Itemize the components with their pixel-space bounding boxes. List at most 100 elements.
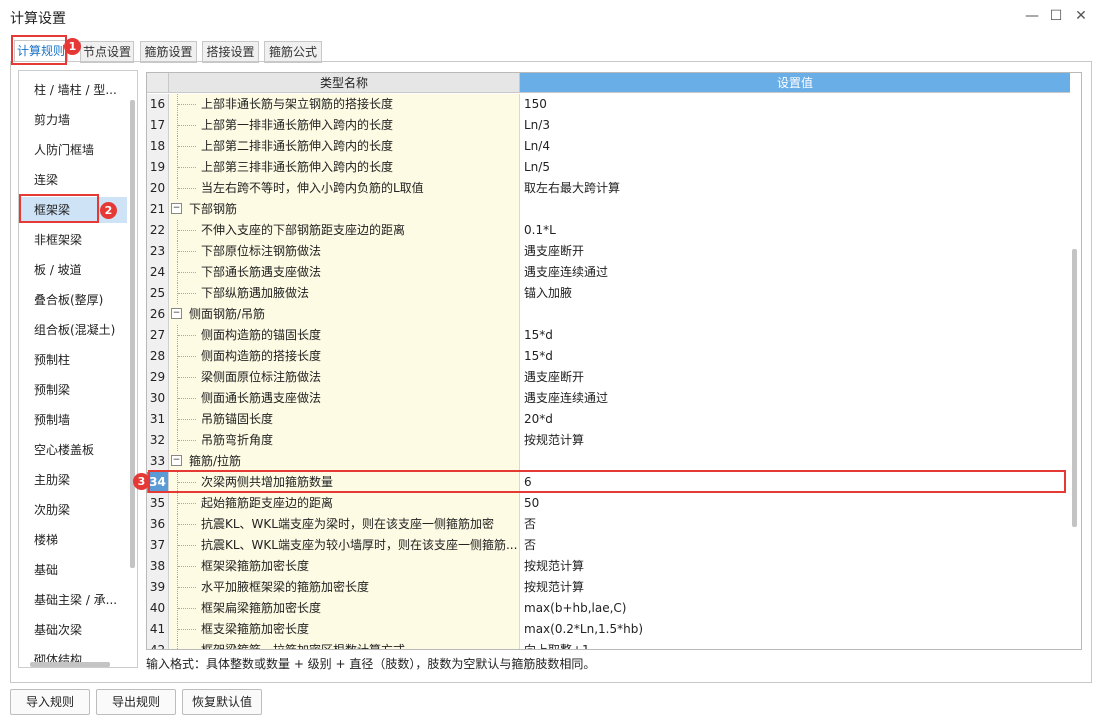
row-number: 27 [147, 325, 169, 346]
setting-value-cell[interactable]: 遇支座连续通过 [520, 262, 1070, 283]
setting-value-cell[interactable]: max(0.2*Ln,1.5*hb) [520, 619, 1070, 640]
type-name-label: 下部纵筋遇加腋做法 [201, 286, 310, 300]
table-row[interactable]: 24 下部通长筋遇支座做法 遇支座连续通过 [147, 262, 1070, 283]
sidebar-vertical-scrollbar[interactable] [130, 100, 135, 568]
table-row[interactable]: 38 框架梁箍筋加密长度 按规范计算 [147, 556, 1070, 577]
tab-stirrup-settings[interactable]: 箍筋设置 [140, 41, 197, 63]
sidebar-item-column[interactable]: 柱 / 墙柱 / 型... [19, 77, 127, 103]
sidebar-item-main-rib-beam[interactable]: 主肋梁 [19, 467, 127, 493]
table-row[interactable]: 23 下部原位标注钢筋做法 遇支座断开 [147, 241, 1070, 262]
table-row[interactable]: 25 下部纵筋遇加腋做法 锚入加腋 [147, 283, 1070, 304]
sidebar-item-shear-wall[interactable]: 剪力墙 [19, 107, 127, 133]
row-number: 41 [147, 619, 169, 640]
highlight-box-tab [11, 35, 67, 65]
table-row[interactable]: 29 梁侧面原位标注筋做法 遇支座断开 [147, 367, 1070, 388]
sidebar-item-hollow-floor[interactable]: 空心楼盖板 [19, 437, 127, 463]
setting-value-cell[interactable]: 锚入加腋 [520, 283, 1070, 304]
tab-node-settings[interactable]: 节点设置 [80, 41, 134, 63]
setting-value-cell[interactable]: 按规范计算 [520, 556, 1070, 577]
restore-defaults-button[interactable]: 恢复默认值 [182, 689, 262, 715]
minimize-icon[interactable]: — [1022, 6, 1042, 26]
setting-value-cell[interactable]: Ln/5 [520, 157, 1070, 178]
sidebar-item-slab-ramp[interactable]: 板 / 坡道 [19, 257, 127, 283]
table-row[interactable]: 16 上部非通长筋与架立钢筋的搭接长度 150 [147, 94, 1070, 115]
sidebar-item-coupling-beam[interactable]: 连梁 [19, 167, 127, 193]
sidebar-item-non-frame-beam[interactable]: 非框架梁 [19, 227, 127, 253]
table-row[interactable]: 32 吊筋弯折角度 按规范计算 [147, 430, 1070, 451]
setting-value-cell[interactable]: 15*d [520, 346, 1070, 367]
input-format-hint: 输入格式：具体整数或数量 + 级别 + 直径（肢数），肢数为空默认与箍筋肢数相同… [146, 657, 596, 671]
table-row[interactable]: 41 框支梁箍筋加密长度 max(0.2*Ln,1.5*hb) [147, 619, 1070, 640]
sidebar-item-precast-beam[interactable]: 预制梁 [19, 377, 127, 403]
table-row[interactable]: 27 侧面构造筋的锚固长度 15*d [147, 325, 1070, 346]
collapse-icon[interactable]: − [171, 203, 182, 214]
table-row[interactable]: 35 起始箍筋距支座边的距离 50 [147, 493, 1070, 514]
table-row[interactable]: 22 不伸入支座的下部钢筋距支座边的距离 0.1*L [147, 220, 1070, 241]
tab-lap-settings[interactable]: 搭接设置 [202, 41, 259, 63]
tree-branch [178, 377, 196, 378]
step-badge-3: 3 [133, 473, 150, 490]
setting-value-cell[interactable] [520, 451, 1070, 472]
sidebar-horizontal-scrollbar[interactable] [30, 662, 110, 667]
setting-value-cell[interactable] [520, 304, 1070, 325]
table-row[interactable]: 17 上部第一排非通长筋伸入跨内的长度 Ln/3 [147, 115, 1070, 136]
type-name-cell: 侧面构造筋的搭接长度 [169, 346, 520, 367]
table-row[interactable]: 31 吊筋锚固长度 20*d [147, 409, 1070, 430]
setting-value-cell[interactable]: 遇支座断开 [520, 367, 1070, 388]
sidebar-item-civil-defense-wall[interactable]: 人防门框墙 [19, 137, 127, 163]
grid-vertical-scrollbar[interactable] [1072, 249, 1077, 527]
type-name-label: 不伸入支座的下部钢筋距支座边的距离 [201, 223, 406, 237]
type-name-cell: 抗震KL、WKL端支座为梁时，则在该支座一侧箍筋加密 [169, 514, 520, 535]
setting-value-cell[interactable]: Ln/4 [520, 136, 1070, 157]
setting-value-cell[interactable]: 150 [520, 94, 1070, 115]
table-row[interactable]: 19 上部第三排非通长筋伸入跨内的长度 Ln/5 [147, 157, 1070, 178]
setting-value-cell[interactable]: 向上取整+1 [520, 640, 1070, 649]
table-row[interactable]: 42 框架梁箍筋、拉筋加密区根数计算方式 向上取整+1 [147, 640, 1070, 649]
setting-value-cell[interactable]: 按规范计算 [520, 430, 1070, 451]
setting-value-cell[interactable]: 50 [520, 493, 1070, 514]
sidebar-item-precast-column[interactable]: 预制柱 [19, 347, 127, 373]
setting-value-cell[interactable]: 取左右最大跨计算 [520, 178, 1070, 199]
setting-value-cell[interactable]: 按规范计算 [520, 577, 1070, 598]
setting-value-cell[interactable]: 遇支座断开 [520, 241, 1070, 262]
setting-value-cell[interactable]: 15*d [520, 325, 1070, 346]
sidebar-item-precast-wall[interactable]: 预制墙 [19, 407, 127, 433]
setting-value-cell[interactable]: 0.1*L [520, 220, 1070, 241]
sidebar-item-foundation-secondary-beam[interactable]: 基础次梁 [19, 617, 127, 643]
settings-grid: 类型名称 设置值 16 上部非通长筋与架立钢筋的搭接长度 150 17 上部第一排非通长… [146, 72, 1082, 650]
setting-value-cell[interactable]: max(b+hb,lae,C) [520, 598, 1070, 619]
setting-value-cell[interactable]: Ln/3 [520, 115, 1070, 136]
sidebar-item-composite-slab-full[interactable]: 叠合板(整厚) [19, 287, 127, 313]
setting-value-cell[interactable]: 否 [520, 535, 1070, 556]
table-row[interactable]: 37 抗震KL、WKL端支座为较小墙厚时，则在该支座一侧箍筋... 否 [147, 535, 1070, 556]
table-row[interactable]: 18 上部第二排非通长筋伸入跨内的长度 Ln/4 [147, 136, 1070, 157]
close-icon[interactable]: ✕ [1071, 6, 1091, 26]
group-row[interactable]: 33− 箍筋/拉筋 [147, 451, 1070, 472]
group-row[interactable]: 21− 下部钢筋 [147, 199, 1070, 220]
export-rules-button[interactable]: 导出规则 [96, 689, 176, 715]
sidebar-item-composite-slab-concrete[interactable]: 组合板(混凝土) [19, 317, 127, 343]
collapse-icon[interactable]: − [171, 308, 182, 319]
tab-stirrup-formula[interactable]: 箍筋公式 [264, 41, 322, 63]
component-list[interactable]: 柱 / 墙柱 / 型... 剪力墙 人防门框墙 连梁 框架梁 非框架梁 板 / … [18, 70, 138, 668]
sidebar-item-foundation[interactable]: 基础 [19, 557, 127, 583]
table-row[interactable]: 30 侧面通长筋遇支座做法 遇支座连续通过 [147, 388, 1070, 409]
table-row[interactable]: 39 水平加腋框架梁的箍筋加密长度 按规范计算 [147, 577, 1070, 598]
table-row[interactable]: 40 框架扁梁箍筋加密长度 max(b+hb,lae,C) [147, 598, 1070, 619]
tree-branch [178, 188, 196, 189]
import-rules-button[interactable]: 导入规则 [10, 689, 90, 715]
setting-value-cell[interactable] [520, 199, 1070, 220]
setting-value-cell[interactable]: 否 [520, 514, 1070, 535]
table-row[interactable]: 36 抗震KL、WKL端支座为梁时，则在该支座一侧箍筋加密 否 [147, 514, 1070, 535]
sidebar-item-secondary-rib-beam[interactable]: 次肋梁 [19, 497, 127, 523]
sidebar-item-stairs[interactable]: 楼梯 [19, 527, 127, 553]
setting-value-cell[interactable]: 20*d [520, 409, 1070, 430]
collapse-icon[interactable]: − [171, 455, 182, 466]
group-row[interactable]: 26− 侧面钢筋/吊筋 [147, 304, 1070, 325]
setting-value-cell[interactable]: 遇支座连续通过 [520, 388, 1070, 409]
table-row[interactable]: 28 侧面构造筋的搭接长度 15*d [147, 346, 1070, 367]
type-name-cell: 上部第二排非通长筋伸入跨内的长度 [169, 136, 520, 157]
sidebar-item-foundation-main-beam[interactable]: 基础主梁 / 承... [19, 587, 127, 613]
maximize-icon[interactable]: ☐ [1046, 6, 1066, 26]
table-row[interactable]: 20 当左右跨不等时，伸入小跨内负筋的L取值 取左右最大跨计算 [147, 178, 1070, 199]
